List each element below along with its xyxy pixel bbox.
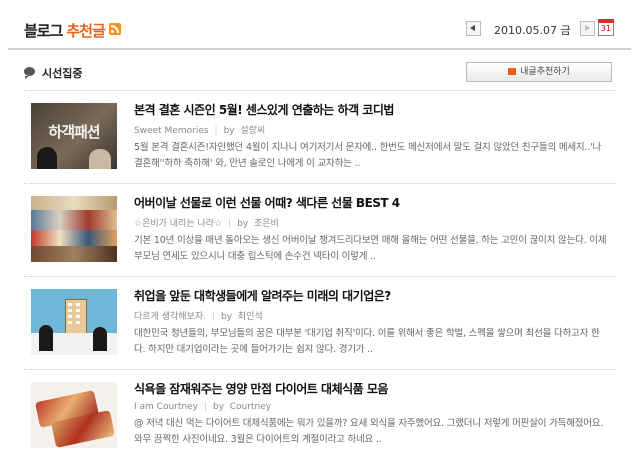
title-accent: 추천글 [66, 22, 105, 40]
post-excerpt[interactable]: 5월 본격 결혼시즌!자인했던 4월이 지나니 여기저기서 문자에.. 한번도 … [134, 140, 609, 172]
author-name[interactable]: 설랑씨 [240, 126, 265, 136]
thumbnail-image[interactable]: 하객패션 [31, 103, 117, 169]
flag-icon [508, 68, 517, 75]
next-date-button[interactable] [580, 21, 595, 36]
prev-date-button[interactable] [466, 21, 481, 36]
separator: | [228, 219, 232, 229]
blog-name[interactable]: ☆은비가 내리는 나라☆ [134, 219, 222, 229]
thumbnail-figure [89, 149, 111, 169]
author-name[interactable]: 조은비 [254, 219, 279, 229]
title-main: 블로그 [24, 22, 63, 40]
thumbnail-image[interactable] [31, 382, 117, 448]
calendar-icon[interactable]: 31 [598, 19, 614, 36]
separator: | [203, 402, 207, 412]
speech-bubble-icon [24, 67, 35, 79]
blog-name[interactable]: 다르게 생각해보자. [134, 312, 206, 322]
section-title: 시선집중 [42, 67, 83, 80]
author-name[interactable]: Courtney [230, 402, 271, 412]
separator: | [214, 126, 218, 136]
post-excerpt[interactable]: @ 저녁 대신 먹는 다이어트 대체식품에는 뭐가 있을까? 요새 외식을 자주… [134, 416, 609, 448]
list-item: 취업을 앞둔 대학생들에게 알려주는 미래의 대기업은? 다르게 생각해보자. |… [24, 276, 616, 370]
by-label: by [237, 219, 249, 229]
separator: | [211, 312, 216, 322]
thumbnail-figure [39, 325, 53, 351]
by-label: by [213, 402, 225, 412]
recommend-my-post-button[interactable]: 내글추천하기 [466, 62, 612, 82]
post-excerpt[interactable]: 기본 10년 이상을 매년 돌아오는 생신 어버이날 챙겨드리다보면 매해 올해… [134, 233, 609, 265]
current-date: 2010.05.07 금 [494, 24, 571, 37]
post-title[interactable]: 어버이날 선물로 이런 선물 어때? 색다른 선물 BEST 4 [134, 194, 609, 211]
thumbnail-image[interactable] [31, 289, 117, 355]
post-title[interactable]: 본격 결혼 시즌인 5월! 센스있게 연출하는 하객 코디법 [134, 101, 609, 118]
widget-title[interactable]: 블로그 추천글 [24, 20, 106, 41]
blog-name[interactable]: I am Courtney [134, 402, 198, 412]
post-excerpt[interactable]: 대한민국 청년들의, 부모님들의 꿈은 대부분 '대기업 취직'이다. 이를 위… [134, 326, 609, 358]
blog-name[interactable]: Sweet Memories [134, 126, 209, 136]
post-title[interactable]: 식욕을 잠재워주는 영양 만점 다이어트 대체식품 모음 [134, 380, 609, 397]
list-item: 하객패션 본격 결혼 시즌인 5월! 센스있게 연출하는 하객 코디법 Swee… [24, 90, 616, 184]
thumbnail-figure [37, 147, 57, 169]
rss-icon[interactable] [109, 23, 121, 35]
thumbnail-caption: 하객패션 [48, 123, 100, 141]
widget-header: 블로그 추천글 2010.05.07 금 31 [8, 0, 631, 50]
by-label: by [223, 126, 235, 136]
section-header: 시선집중 내글추천하기 [8, 60, 631, 84]
by-label: by [221, 312, 233, 322]
recommend-button-label: 내글추천하기 [520, 67, 570, 77]
author-name[interactable]: 최인석 [238, 312, 263, 322]
list-item: 어버이날 선물로 이런 선물 어때? 색다른 선물 BEST 4 ☆은비가 내리… [24, 183, 616, 277]
thumbnail-image[interactable] [31, 196, 117, 262]
blog-recommend-widget: 블로그 추천글 2010.05.07 금 31 시선집중 내글추천하기 하객패션 … [8, 0, 631, 467]
list-item: 식욕을 잠재워주는 영양 만점 다이어트 대체식품 모음 I am Courtn… [24, 369, 616, 463]
thumbnail-figure [93, 327, 107, 351]
post-title[interactable]: 취업을 앞둔 대학생들에게 알려주는 미래의 대기업은? [134, 287, 609, 304]
